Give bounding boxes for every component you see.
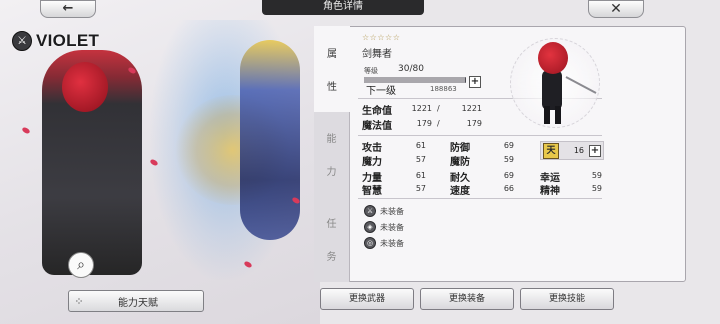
equip-slot-label: 未装备 xyxy=(380,206,404,216)
character-name: ⚔ VIOLET xyxy=(12,31,99,51)
talent-button[interactable]: ⁘ 能力天赋 xyxy=(68,290,204,312)
chibi-hair xyxy=(538,42,568,74)
equip-slot-label: 未装备 xyxy=(380,222,404,232)
tab-label: 力 xyxy=(326,167,337,178)
stat-speed-label: 速度 xyxy=(450,186,470,197)
stat-wisdom-label: 智慧 xyxy=(362,186,382,197)
talent-button-label: 能力天赋 xyxy=(118,297,158,309)
stat-points-add-button[interactable]: + xyxy=(589,144,601,157)
petal xyxy=(21,126,31,135)
stat-spirit-label: 精神 xyxy=(540,186,560,197)
stat-speed-value: 66 xyxy=(503,184,514,193)
level-label: 等级 xyxy=(364,67,378,75)
mp-current: 179 xyxy=(416,119,432,128)
class-emblem-icon: ⚔ xyxy=(12,31,32,51)
stat-luck-value: 59 xyxy=(591,171,602,180)
tab-label: 务 xyxy=(326,252,337,264)
magnifier-icon[interactable]: ⌕ xyxy=(68,252,94,278)
heroine-hair xyxy=(62,62,108,112)
level-value: 30/80 xyxy=(398,64,424,74)
tab-label: 性 xyxy=(327,82,337,94)
tab-abilities[interactable]: 能 力 xyxy=(314,112,350,196)
stat-magic-label: 魔力 xyxy=(362,157,382,168)
armor-icon: ◈ xyxy=(364,221,376,233)
side-tabs: 属 性 能 力 任 务 xyxy=(314,26,350,282)
stat-spirit-value: 59 xyxy=(591,184,602,193)
divider xyxy=(358,198,602,199)
hp-slash: / xyxy=(437,104,440,113)
job-class: 剑舞者 xyxy=(362,49,392,60)
stat-points-box: 天 16 + xyxy=(540,141,604,160)
tab-label: 能 xyxy=(326,134,337,145)
equip-slot-armor[interactable]: ◈ 未装备 xyxy=(364,221,404,233)
tab-quests[interactable]: 任 务 xyxy=(314,196,350,282)
chibi-leg xyxy=(544,106,550,124)
tab-label: 任 xyxy=(326,218,337,230)
hp-current: 1221 xyxy=(411,104,432,113)
mp-slash: / xyxy=(437,119,440,128)
exp-add-button[interactable]: + xyxy=(469,76,481,88)
tab-attributes[interactable]: 属 性 xyxy=(314,26,350,112)
stat-attack-value: 61 xyxy=(415,141,426,150)
stat-defense-label: 防御 xyxy=(450,143,470,154)
hp-label: 生命值 xyxy=(362,106,392,117)
tab-label: 属 xyxy=(327,48,337,60)
stat-endurance-value: 69 xyxy=(503,171,514,180)
mp-label: 魔法值 xyxy=(362,121,392,132)
chibi-portrait xyxy=(502,32,608,132)
character-name-text: VIOLET xyxy=(36,31,100,50)
stat-mdefense-label: 魔防 xyxy=(450,157,470,168)
stat-defense-value: 69 xyxy=(503,141,514,150)
stat-points-value: 16 xyxy=(573,146,584,155)
change-gear-button[interactable]: 更换装备 xyxy=(420,288,514,310)
page-title: 角色详情 xyxy=(262,0,424,15)
hp-max: 1221 xyxy=(461,104,482,113)
grid-icon: ⁘ xyxy=(74,294,84,308)
back-button[interactable]: ← xyxy=(40,0,96,18)
mp-max: 179 xyxy=(466,119,482,128)
equip-slot-label: 未装备 xyxy=(380,238,404,248)
equip-slot-weapon[interactable]: ⚔ 未装备 xyxy=(364,205,404,217)
spirit-figure xyxy=(240,40,300,240)
equip-slot-skill[interactable]: ◎ 未装备 xyxy=(364,237,404,249)
divider xyxy=(358,135,602,136)
sword-icon: ⚔ xyxy=(364,205,376,217)
change-skill-button[interactable]: 更换技能 xyxy=(520,288,614,310)
next-level-label: 下一级 xyxy=(366,86,396,97)
stat-points-icon: 天 xyxy=(543,142,559,159)
chibi-body xyxy=(542,70,562,110)
stat-attack-label: 攻击 xyxy=(362,143,382,154)
next-level-value: 188863 xyxy=(430,85,457,93)
close-button[interactable]: ✕ xyxy=(588,0,644,18)
chibi-leg xyxy=(555,106,561,124)
stat-mdefense-value: 59 xyxy=(503,155,514,164)
skill-icon: ◎ xyxy=(364,237,376,249)
stat-strength-value: 61 xyxy=(415,171,426,180)
rarity-stars: ☆☆☆☆☆ xyxy=(362,33,401,42)
stat-wisdom-value: 57 xyxy=(415,184,426,193)
stat-magic-value: 57 xyxy=(415,155,426,164)
change-weapon-button[interactable]: 更换武器 xyxy=(320,288,414,310)
